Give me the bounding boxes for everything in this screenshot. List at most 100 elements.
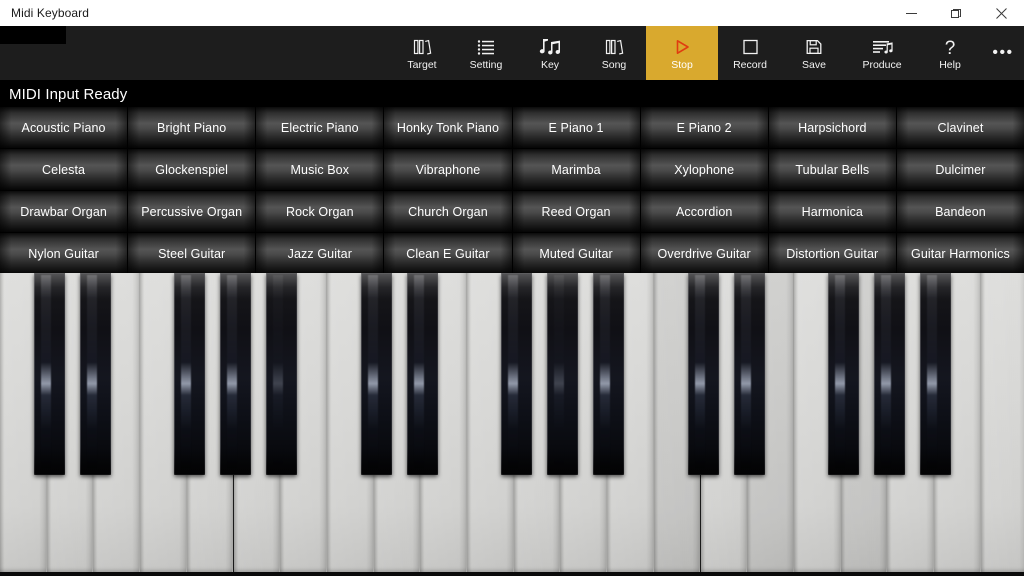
instrument-button[interactable]: Jazz Guitar [256,233,384,274]
instrument-button[interactable]: Drawbar Organ [0,191,128,232]
instrument-button[interactable]: Honky Tonk Piano [384,107,512,148]
instrument-grid: Acoustic Piano Bright Piano Electric Piano… [0,106,1024,274]
piano-black-key[interactable] [34,273,65,475]
instrument-button[interactable]: Celesta [0,149,128,190]
instrument-label: E Piano 2 [676,120,732,135]
instrument-button[interactable]: Bright Piano [128,107,256,148]
piano-black-key[interactable] [688,273,719,475]
piano-black-key[interactable] [407,273,438,475]
instrument-button[interactable]: Steel Guitar [128,233,256,274]
piano-keyboard [0,273,1024,576]
instrument-label: Church Organ [408,204,488,219]
window-controls [889,0,1024,26]
piano-black-key[interactable] [80,273,111,475]
instrument-label: Harmonica [801,204,863,219]
instrument-button[interactable]: Marimba [512,149,640,190]
instrument-button[interactable]: E Piano 1 [512,107,640,148]
instrument-button[interactable]: Music Box [256,149,384,190]
instrument-label: Jazz Guitar [287,246,352,261]
books-icon [412,36,432,56]
command-stop[interactable]: Stop [646,26,718,80]
instrument-button[interactable]: Overdrive Guitar [640,233,768,274]
piano-black-key[interactable] [874,273,905,475]
close-button[interactable] [979,0,1024,26]
instrument-button[interactable]: Harpsichord [768,107,897,148]
instrument-button[interactable]: Clavinet [896,107,1024,148]
instrument-button[interactable]: Percussive Organ [128,191,256,232]
instrument-label: Dulcimer [935,162,986,177]
overflow-menu-button[interactable]: ••• [982,26,1024,80]
instrument-label: Bandeon [935,204,986,219]
instrument-button[interactable]: Distortion Guitar [768,233,897,274]
command-label: Setting [469,58,503,71]
piano-black-key[interactable] [266,273,297,475]
instrument-button[interactable]: Church Organ [384,191,512,232]
piano-black-key[interactable] [828,273,859,475]
instrument-button[interactable]: Bandeon [896,191,1024,232]
instrument-button[interactable]: E Piano 2 [640,107,768,148]
instrument-label: Drawbar Organ [20,204,107,219]
instrument-button[interactable]: Harmonica [768,191,897,232]
command-label: Record [733,58,767,71]
instrument-label: Glockenspiel [155,162,229,177]
instrument-button[interactable]: Clean E Guitar [384,233,512,274]
svg-text:?: ? [945,38,956,56]
piano-black-key[interactable] [361,273,392,475]
piano-black-key[interactable] [174,273,205,475]
piano-black-key[interactable] [501,273,532,475]
command-label: Key [540,58,560,71]
floppy-icon [804,36,824,56]
instrument-button[interactable]: Guitar Harmonics [896,233,1024,274]
instrument-label: Muted Guitar [539,246,613,261]
instrument-button[interactable]: Accordion [640,191,768,232]
instrument-label: Overdrive Guitar [657,246,751,261]
window-title: Midi Keyboard [11,6,90,20]
piano-black-key[interactable] [220,273,251,475]
instrument-label: Xylophone [674,162,735,177]
instrument-button[interactable]: Muted Guitar [512,233,640,274]
instrument-label: Distortion Guitar [786,246,879,261]
instrument-label: Harpsichord [798,120,867,135]
command-strip: Target Setting Key Song Stop Record Save… [390,26,1024,80]
command-record[interactable]: Record [718,26,782,80]
instrument-button[interactable]: Tubular Bells [768,149,897,190]
instrument-button[interactable]: Glockenspiel [128,149,256,190]
command-target[interactable]: Target [390,26,454,80]
instrument-button[interactable]: Dulcimer [896,149,1024,190]
instrument-button[interactable]: Nylon Guitar [0,233,128,274]
instrument-label: Rock Organ [285,204,354,219]
instrument-button[interactable]: Rock Organ [256,191,384,232]
instrument-button[interactable]: Vibraphone [384,149,512,190]
instrument-label: Music Box [290,162,350,177]
instrument-button[interactable]: Electric Piano [256,107,384,148]
piano-black-key[interactable] [734,273,765,475]
command-song[interactable]: Song [582,26,646,80]
command-save[interactable]: Save [782,26,846,80]
toolbar-left-panel [0,26,66,44]
command-label: Save [802,58,826,71]
produce-icon [871,36,893,56]
instrument-button[interactable]: Acoustic Piano [0,107,128,148]
piano-black-key[interactable] [593,273,624,475]
command-setting[interactable]: Setting [454,26,518,80]
command-label: Produce [862,58,902,71]
instrument-button[interactable]: Xylophone [640,149,768,190]
instrument-label: Nylon Guitar [28,246,99,261]
square-icon [740,36,760,56]
instrument-button[interactable]: Reed Organ [512,191,640,232]
command-key[interactable]: Key [518,26,582,80]
books-icon [604,36,624,56]
command-produce[interactable]: Produce [846,26,918,80]
instrument-label: Clean E Guitar [406,246,490,261]
instrument-label: Celesta [42,162,86,177]
instrument-label: Reed Organ [541,204,611,219]
maximize-button[interactable] [934,0,979,26]
minimize-button[interactable] [889,0,934,26]
command-label: Song [601,58,627,71]
command-help[interactable]: ? Help [918,26,982,80]
instrument-label: Bright Piano [157,120,227,135]
command-toolbar: Target Setting Key Song Stop Record Save… [0,26,1024,80]
piano-black-key[interactable] [920,273,951,475]
status-message: MIDI Input Ready [9,85,128,103]
piano-black-key[interactable] [547,273,578,475]
